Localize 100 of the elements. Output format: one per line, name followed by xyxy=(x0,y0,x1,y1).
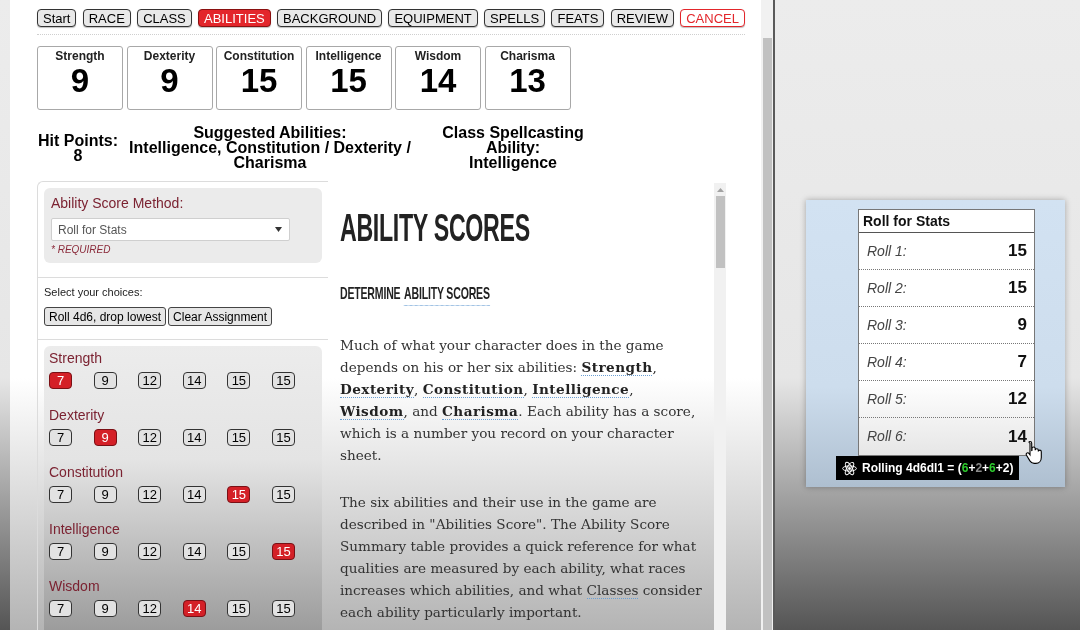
roll-label: Roll 4: xyxy=(867,352,907,372)
assignment-ability-name: Dexterity xyxy=(49,407,106,423)
spellcasting-ability-label: Class Spellcasting Ability: xyxy=(441,125,585,155)
roll-value: 12 xyxy=(1008,388,1027,411)
ability-score: 14 xyxy=(419,63,457,99)
score-chip[interactable]: 14 xyxy=(182,429,206,446)
assignment-ability-name: Wisdom xyxy=(49,578,101,594)
score-chip[interactable]: 15 xyxy=(271,600,295,617)
method-select[interactable]: Roll for Stats xyxy=(51,218,290,241)
scrollbar[interactable] xyxy=(714,183,726,630)
roll-value: 14 xyxy=(1008,425,1027,448)
ability-name: Strength xyxy=(55,49,105,63)
ability-score: 9 xyxy=(70,63,90,99)
step-tab[interactable]: BACKGROUND xyxy=(277,9,383,27)
ability-name: Intelligence xyxy=(315,49,382,63)
subheading-text: DETERMINE xyxy=(340,283,401,305)
scrollbar-thumb[interactable] xyxy=(715,196,725,268)
suggested-abilities-label: Suggested Abilities: xyxy=(193,125,347,140)
ability-score: 13 xyxy=(509,63,546,99)
step-tab[interactable]: EQUIPMENT xyxy=(388,9,478,27)
step-tab[interactable]: REVIEW xyxy=(610,9,674,27)
ability-link[interactable]: Charisma xyxy=(442,403,519,420)
atom-icon xyxy=(842,460,857,476)
score-chip[interactable]: 12 xyxy=(138,429,162,446)
score-chip[interactable]: 15 xyxy=(271,429,295,446)
scrollbar-thumb[interactable] xyxy=(762,38,772,630)
subheading-link[interactable]: ABILITY SCORES xyxy=(404,283,490,306)
choice-button[interactable]: Clear Assignment xyxy=(168,307,273,326)
score-chip[interactable]: 14 xyxy=(182,486,206,503)
step-tab[interactable]: SPELLS xyxy=(484,9,546,27)
roll-label: Roll 2: xyxy=(867,278,907,298)
article-paragraph: The six abilities and their use in the game are described in "Abilities Score". The Ability Score Summary table provides a quick reference for what qualities are measured by each ability, what races increases which abilities, and what Classes consider each ability particularly important. xyxy=(340,493,703,622)
score-chip[interactable]: 15 xyxy=(227,372,251,389)
score-chip[interactable]: 9 xyxy=(93,372,117,389)
score-chip[interactable]: 15 xyxy=(227,486,251,503)
hit-points-label: Hit Points: xyxy=(38,132,118,148)
roll-table-title: Roll for Stats xyxy=(859,210,1034,233)
hit-points-value: 8 xyxy=(73,147,83,163)
score-chip[interactable]: 12 xyxy=(138,486,162,503)
score-chip[interactable]: 15 xyxy=(227,600,251,617)
scrollbar[interactable] xyxy=(761,0,773,630)
step-tab[interactable]: CLASS xyxy=(137,9,192,27)
step-tab[interactable]: RACE xyxy=(82,9,131,27)
score-chip[interactable]: 7 xyxy=(49,372,72,389)
method-label: Ability Score Method: xyxy=(51,194,185,212)
roll-value: 9 xyxy=(1017,314,1027,337)
text-link[interactable]: Classes xyxy=(586,582,639,599)
ability-link[interactable]: Intelligence xyxy=(532,381,630,398)
score-chip[interactable]: 14 xyxy=(182,543,206,560)
score-chip[interactable]: 9 xyxy=(93,486,117,503)
ability-score: 15 xyxy=(240,63,278,99)
article-title: ABILITY SCORES xyxy=(340,206,531,251)
assignment-ability-name: Intelligence xyxy=(49,521,121,537)
roll-label: Roll 1: xyxy=(867,241,907,261)
choices-label: Select your choices: xyxy=(44,285,144,299)
ability-name: Constitution xyxy=(223,49,295,63)
scroll-up-arrow-icon[interactable] xyxy=(716,188,724,192)
ability-link[interactable]: Dexterity xyxy=(340,381,415,398)
score-chip[interactable]: 9 xyxy=(93,543,117,560)
score-chip[interactable]: 7 xyxy=(49,543,72,560)
ability-link[interactable]: Constitution xyxy=(422,381,524,398)
score-chip[interactable]: 7 xyxy=(49,600,72,617)
ability-score: 9 xyxy=(160,63,179,99)
assignment-ability-name: Constitution xyxy=(49,464,124,480)
article-paragraph: Much of what your character does in the game depends on his or her six abilities: Strength, Dexterity, Constitution, Intelligence, Wisdom, and Charisma. Each ability has a score, which is a number you record on your character sheet. xyxy=(340,336,697,465)
roll-value: 7 xyxy=(1017,351,1027,374)
score-chip[interactable]: 7 xyxy=(49,429,72,446)
ability-score: 15 xyxy=(330,63,367,99)
score-chip[interactable]: 12 xyxy=(138,600,162,617)
assignment-ability-name: Strength xyxy=(49,350,103,366)
roll-value: 15 xyxy=(1008,277,1027,300)
spellcasting-ability-value: Intelligence xyxy=(469,155,557,170)
ability-link[interactable]: Strength xyxy=(581,359,653,376)
score-chip[interactable]: 15 xyxy=(227,543,251,560)
tooltip-text: Rolling 4d6dl1 = (6+2+6+2) xyxy=(862,460,1014,477)
score-chip[interactable]: 14 xyxy=(182,372,206,389)
score-chip[interactable]: 15 xyxy=(271,543,295,560)
step-tab[interactable]: FEATS xyxy=(551,9,605,27)
score-chip[interactable]: 12 xyxy=(138,372,162,389)
step-tab[interactable]: Start xyxy=(37,9,77,27)
score-chip[interactable]: 7 xyxy=(49,486,72,503)
roll-label: Roll 3: xyxy=(867,315,907,335)
score-chip[interactable]: 15 xyxy=(271,486,295,503)
roll-label: Roll 6: xyxy=(867,427,907,446)
score-chip[interactable]: 12 xyxy=(138,543,162,560)
suggested-abilities-value: Intelligence, Constitution / Dexterity / Charisma xyxy=(128,140,412,170)
score-chip[interactable]: 15 xyxy=(271,372,295,389)
score-chip[interactable]: 9 xyxy=(93,429,117,446)
cancel-button[interactable]: CANCEL xyxy=(680,9,745,27)
dropdown-caret-icon xyxy=(275,227,282,232)
ability-link[interactable]: Wisdom xyxy=(340,403,404,420)
score-chip[interactable]: 14 xyxy=(182,600,206,617)
score-chip[interactable]: 9 xyxy=(93,600,117,617)
hand-cursor-icon xyxy=(1025,440,1043,464)
required-note: * REQUIRED xyxy=(51,244,112,256)
score-chip[interactable]: 15 xyxy=(227,429,251,446)
step-tab[interactable]: ABILITIES xyxy=(198,9,271,27)
roll-label: Roll 5: xyxy=(867,389,907,409)
choice-button[interactable]: Roll 4d6, drop lowest xyxy=(44,307,167,326)
ability-name: Wisdom xyxy=(414,49,462,63)
